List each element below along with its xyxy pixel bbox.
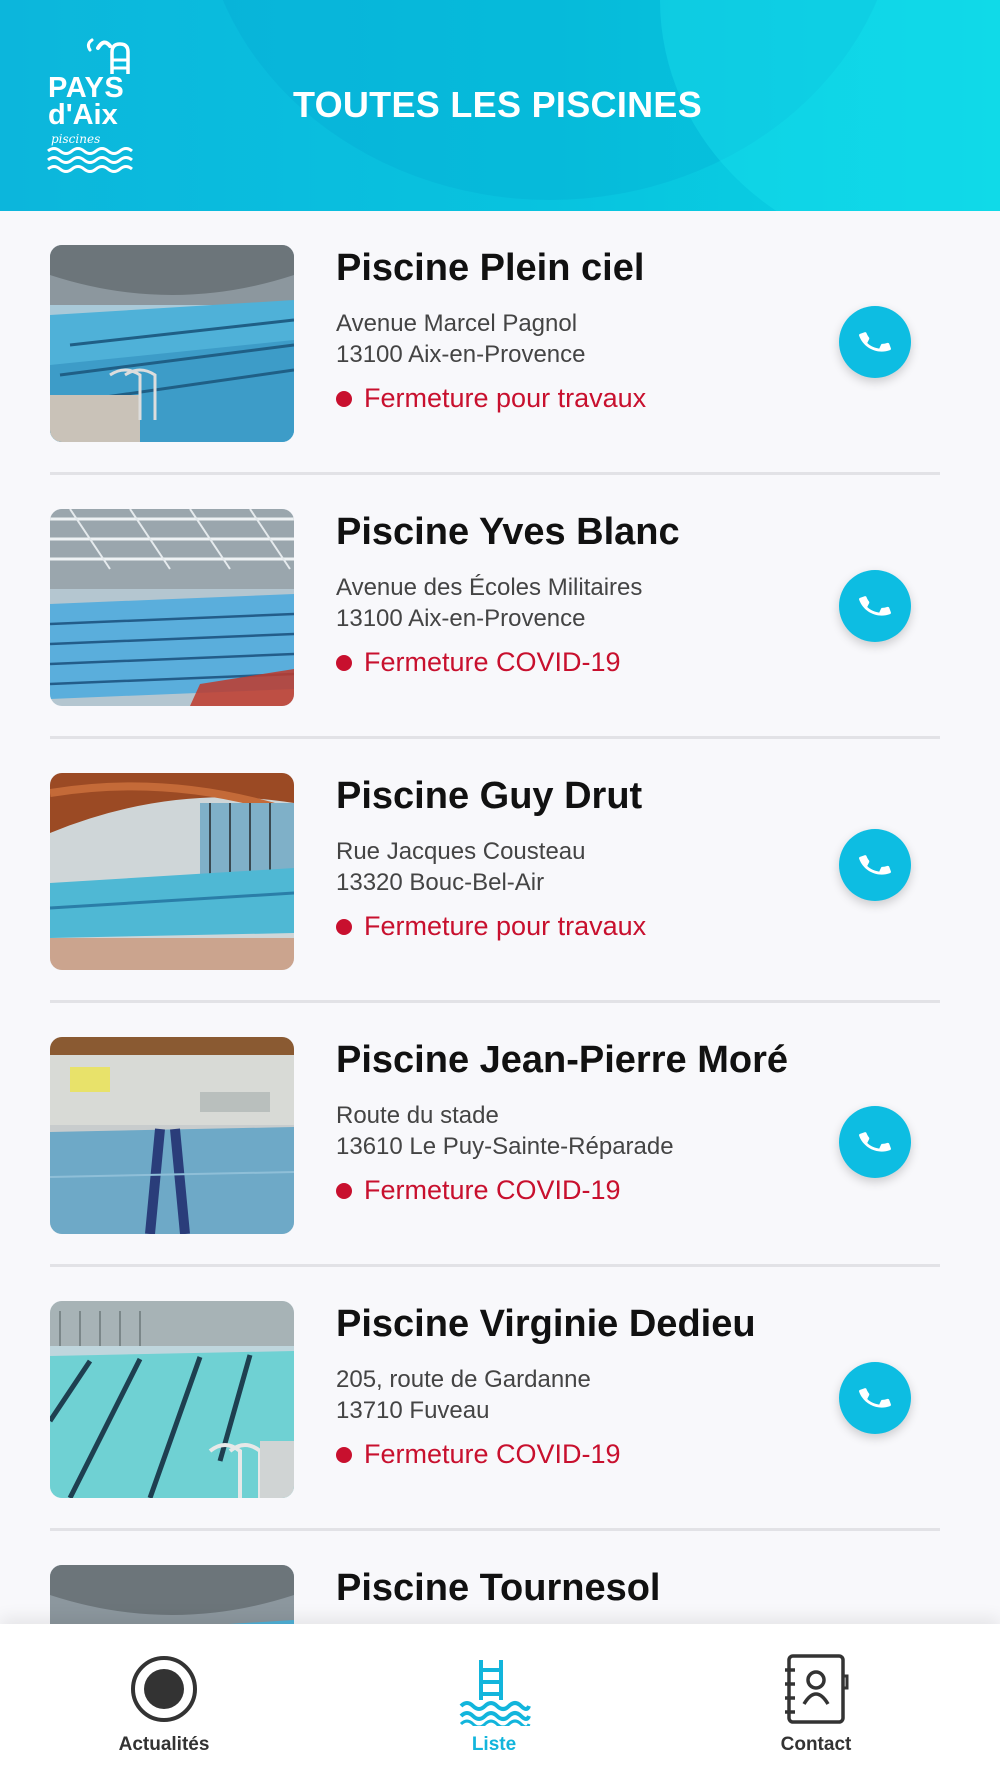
pool-list-item[interactable]: Piscine Yves Blanc Avenue des Écoles Mil… [50,475,940,739]
call-button[interactable] [839,306,911,378]
pays-daix-logo[interactable]: PAYS d'Aix piscines [46,38,141,173]
call-button[interactable] [839,570,911,642]
pool-list-item[interactable]: Piscine Virginie Dedieu 205, route de Ga… [50,1267,940,1531]
address-street: Avenue Marcel Pagnol [336,310,578,337]
call-button[interactable] [839,1362,911,1434]
pool-photo [50,1301,294,1498]
call-button[interactable] [839,1106,911,1178]
status-badge: Fermeture COVID-19 [336,1439,621,1470]
address-street: Avenue des Écoles Militaires [336,574,643,601]
pool-address: Route du stade 13610 Le Puy-Sainte-Répar… [336,1100,674,1162]
nav-label-contact: Contact [780,1734,852,1755]
status-dot-icon [336,1182,352,1199]
status-badge: Fermeture pour travaux [336,383,646,414]
nav-item-liste[interactable]: Liste [374,1624,614,1778]
address-city: 13320 Bouc-Bel-Air [336,869,545,896]
status-text: Fermeture COVID-19 [364,1439,621,1469]
nav-item-contact[interactable]: Contact [696,1624,936,1778]
status-dot-icon [336,918,352,935]
phone-icon [859,1388,891,1408]
logo-text-piscines: piscines [51,132,101,146]
nav-label-liste: Liste [471,1734,517,1755]
status-text: Fermeture pour travaux [364,383,647,413]
pool-address: Rue Jacques Cousteau 13320 Bouc-Bel-Air [336,836,586,898]
app-header: PAYS d'Aix piscines TOUTES LES PISCINES [0,0,1000,211]
nav-label-actualites: Actualités [118,1734,210,1755]
phone-icon [859,596,891,616]
pool-ladder-icon [459,1660,531,1726]
address-city: 13100 Aix-en-Provence [336,605,586,632]
pool-name: Piscine Yves Blanc [336,511,680,553]
status-badge: Fermeture COVID-19 [336,647,621,678]
address-city: 13100 Aix-en-Provence [336,341,586,368]
nav-item-actualites[interactable]: Actualités [44,1624,284,1778]
pool-name: Piscine Virginie Dedieu [336,1303,756,1345]
call-button[interactable] [839,829,911,901]
pool-photo [50,245,294,442]
status-badge: Fermeture pour travaux [336,911,646,942]
pool-photo [50,509,294,706]
pool-address: Avenue des Écoles Militaires 13100 Aix-e… [336,572,642,634]
page-title: TOUTES LES PISCINES [292,84,703,125]
status-badge: Fermeture COVID-19 [336,1175,621,1206]
pool-name: Piscine Jean-Pierre Moré [336,1039,788,1081]
pool-list-item[interactable]: Piscine Jean-Pierre Moré Route du stade … [50,1003,940,1267]
address-street: Route du stade [336,1102,499,1129]
phone-icon [859,1132,891,1152]
pool-name: Piscine Guy Drut [336,775,643,817]
status-text: Fermeture pour travaux [364,911,647,941]
status-text: Fermeture COVID-19 [364,1175,621,1205]
pool-address: 205, route de Gardanne 13710 Fuveau [336,1364,591,1426]
address-street: 205, route de Gardanne [336,1366,591,1393]
address-city: 13710 Fuveau [336,1397,490,1424]
status-dot-icon [336,1446,352,1463]
pool-photo [50,773,294,970]
address-book-icon [785,1654,849,1724]
phone-icon [859,332,891,352]
pool-list-item[interactable]: Piscine Guy Drut Rue Jacques Cousteau 13… [50,739,940,1003]
bottom-navigation: Actualités Liste Contact [0,1624,1000,1778]
pool-address: Avenue Marcel Pagnol 13100 Aix-en-Proven… [336,308,586,370]
status-dot-icon [336,390,352,407]
phone-icon [859,855,891,875]
address-city: 13610 Le Puy-Sainte-Réparade [336,1133,674,1160]
status-text: Fermeture COVID-19 [364,647,621,677]
waves-logo-icon [47,147,133,173]
logo-text-daix: d'Aix [48,99,118,131]
status-dot-icon [336,654,352,671]
pool-name: Piscine Plein ciel [336,247,645,289]
pool-photo [50,1037,294,1234]
pool-name: Piscine Tournesol [336,1567,661,1609]
address-street: Rue Jacques Cousteau [336,838,586,865]
record-icon [131,1656,197,1722]
pool-list-item[interactable]: Piscine Plein ciel Avenue Marcel Pagnol … [50,211,940,475]
